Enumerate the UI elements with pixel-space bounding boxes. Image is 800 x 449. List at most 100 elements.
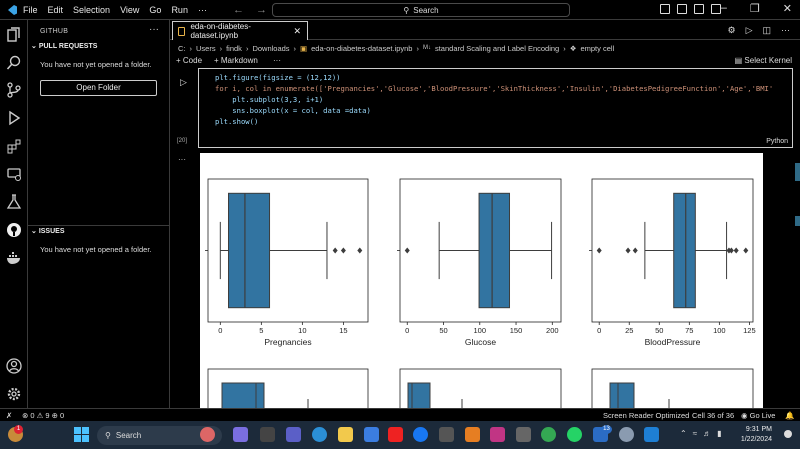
chevron-up-icon[interactable]: ⌃ xyxy=(680,429,687,438)
command-center-search[interactable]: ⚲ Search xyxy=(272,3,570,17)
code-editor[interactable]: plt.figure(figsize = (12,12)) for i, col … xyxy=(215,72,793,127)
screen-reader-status[interactable]: Screen Reader Optimized xyxy=(603,411,689,420)
toggle-panel-icon[interactable] xyxy=(677,4,687,14)
breadcrumb-downloads[interactable]: Downloads xyxy=(252,44,289,53)
add-code-cell-button[interactable]: + Code xyxy=(176,56,202,65)
close-tab-icon[interactable]: ✕ xyxy=(293,26,301,37)
settings-gear-icon[interactable] xyxy=(6,386,22,402)
settings-gear-small-icon[interactable]: ⚙ xyxy=(727,25,735,36)
x-tick-label: 100 xyxy=(474,326,487,335)
back-arrow-icon[interactable]: ← xyxy=(233,4,244,16)
extensions-icon[interactable] xyxy=(6,138,22,154)
whatsapp-icon[interactable] xyxy=(567,427,582,442)
menu-go[interactable]: Go xyxy=(149,5,161,15)
go-live-button[interactable]: ◉ Go Live xyxy=(741,411,775,420)
add-markdown-cell-button[interactable]: + Markdown xyxy=(214,56,258,65)
source-control-icon[interactable] xyxy=(6,82,22,98)
office-icon[interactable] xyxy=(465,427,480,442)
output-more-icon[interactable]: ··· xyxy=(178,155,186,164)
more-actions-icon[interactable]: ··· xyxy=(781,25,790,36)
explorer-icon[interactable] xyxy=(6,27,22,43)
teams-icon[interactable] xyxy=(286,427,301,442)
chevron-right-icon: › xyxy=(189,43,193,53)
breadcrumb-section[interactable]: standard Scaling and Label Encoding xyxy=(435,44,559,53)
remote-indicator-icon[interactable]: ✗ xyxy=(6,411,12,420)
customize-layout-icon[interactable] xyxy=(711,4,721,14)
volume-icon[interactable]: ♬ xyxy=(703,429,711,438)
breadcrumb-user[interactable]: findk xyxy=(226,44,242,53)
cell-position[interactable]: Cell 36 of 36 xyxy=(692,411,734,420)
iqr-box xyxy=(221,382,265,408)
code-cell[interactable]: plt.figure(figsize = (12,12)) for i, col … xyxy=(198,68,793,148)
tab-label: eda-on-diabetes-dataset.ipynb xyxy=(190,22,251,40)
breadcrumb-cell[interactable]: empty cell xyxy=(580,44,614,53)
telegram-badge: 13 xyxy=(601,425,612,434)
notifications-bell-icon[interactable]: 🔔 xyxy=(785,411,794,420)
problems-indicator[interactable]: ⊗ 0 ⚠ 9 ⊕ 0 xyxy=(22,411,64,420)
menu-view[interactable]: View xyxy=(120,5,139,15)
store-icon[interactable] xyxy=(364,427,379,442)
open-folder-button[interactable]: Open Folder xyxy=(40,80,157,96)
file-explorer-icon[interactable] xyxy=(338,427,353,442)
breadcrumb-drive[interactable]: C: xyxy=(178,44,186,53)
chevron-right-icon: › xyxy=(563,43,566,53)
clock-time: 9:31 PM xyxy=(745,426,772,433)
app-m-icon[interactable] xyxy=(516,427,531,442)
task-view-icon[interactable] xyxy=(260,427,275,442)
vscode-taskbar-icon[interactable] xyxy=(644,427,659,442)
menu-file[interactable]: File xyxy=(23,5,38,15)
cell-language[interactable]: Python xyxy=(766,138,788,145)
notification-center-icon[interactable] xyxy=(784,430,792,438)
clock[interactable]: 9:31 PM 1/22/2024 xyxy=(741,425,772,445)
sidebar-more-icon[interactable]: ··· xyxy=(149,24,159,35)
scrollbar-marker[interactable] xyxy=(795,216,800,226)
breadcrumb-file[interactable]: eda-on-diabetes-dataset.ipynb xyxy=(311,44,412,53)
minimize-icon[interactable]: – xyxy=(721,2,727,15)
chrome-icon[interactable] xyxy=(541,427,556,442)
plot-output: 0 5 10 15 Pregnancies 0 50 100 150 200 Glucose 0 25 5… xyxy=(200,153,763,408)
run-debug-icon[interactable] xyxy=(6,110,22,126)
menu-edit[interactable]: Edit xyxy=(48,5,64,15)
select-kernel-button[interactable]: ▤ Select Kernel xyxy=(735,56,792,65)
toolbar-more-icon[interactable]: ··· xyxy=(273,56,281,65)
breadcrumb: C: › Users › findk › Downloads › ▣ eda-on-di… xyxy=(178,42,614,54)
facebook-icon[interactable] xyxy=(413,427,428,442)
menu-selection[interactable]: Selection xyxy=(73,5,110,15)
issues-header[interactable]: ⌄ ISSUES xyxy=(28,225,170,239)
remote-explorer-icon[interactable] xyxy=(6,166,22,182)
tab-notebook[interactable]: eda-on-diabetes-dataset.ipynb ✕ xyxy=(172,21,308,40)
scrollbar-thumb[interactable] xyxy=(795,163,800,181)
forward-arrow-icon[interactable]: → xyxy=(256,4,267,16)
issues-title: ISSUES xyxy=(38,228,65,235)
close-window-icon[interactable]: ✕ xyxy=(783,2,792,15)
breadcrumb-users[interactable]: Users xyxy=(196,44,216,53)
x-tick-label: 100 xyxy=(713,326,726,335)
x-tick-label: 25 xyxy=(625,326,633,335)
copilot-icon[interactable] xyxy=(233,427,248,442)
restore-icon[interactable]: ❐ xyxy=(750,2,760,15)
battery-icon[interactable]: ▮ xyxy=(717,429,721,438)
pull-requests-header[interactable]: ⌄ PULL REQUESTS xyxy=(28,40,170,54)
title-bar: File Edit Selection View Go Run ··· ← → … xyxy=(0,0,800,20)
menu-run[interactable]: Run xyxy=(171,5,188,15)
taskbar-search-icon: ⚲ xyxy=(105,431,111,440)
search-icon[interactable] xyxy=(6,55,22,71)
split-editor-icon[interactable]: ◫ xyxy=(762,25,771,36)
settings-app-icon[interactable] xyxy=(619,427,634,442)
app-a-icon[interactable] xyxy=(439,427,454,442)
edge-icon[interactable] xyxy=(312,427,327,442)
docker-icon[interactable] xyxy=(6,250,22,266)
accounts-icon[interactable] xyxy=(6,358,22,374)
github-icon[interactable] xyxy=(6,222,22,238)
instagram-icon[interactable] xyxy=(490,427,505,442)
run-cell-icon[interactable]: ▷ xyxy=(180,77,187,88)
run-file-icon[interactable]: ▷ xyxy=(746,25,753,36)
windows-start-icon[interactable] xyxy=(74,427,89,442)
toggle-secondary-sidebar-icon[interactable] xyxy=(694,4,704,14)
menu-more[interactable]: ··· xyxy=(198,5,207,15)
youtube-icon[interactable] xyxy=(388,427,403,442)
x-axis-label: Glucose xyxy=(465,337,496,347)
toggle-sidebar-icon[interactable] xyxy=(660,4,670,14)
testing-flask-icon[interactable] xyxy=(6,194,22,210)
wifi-icon[interactable]: ≈ xyxy=(693,429,697,438)
